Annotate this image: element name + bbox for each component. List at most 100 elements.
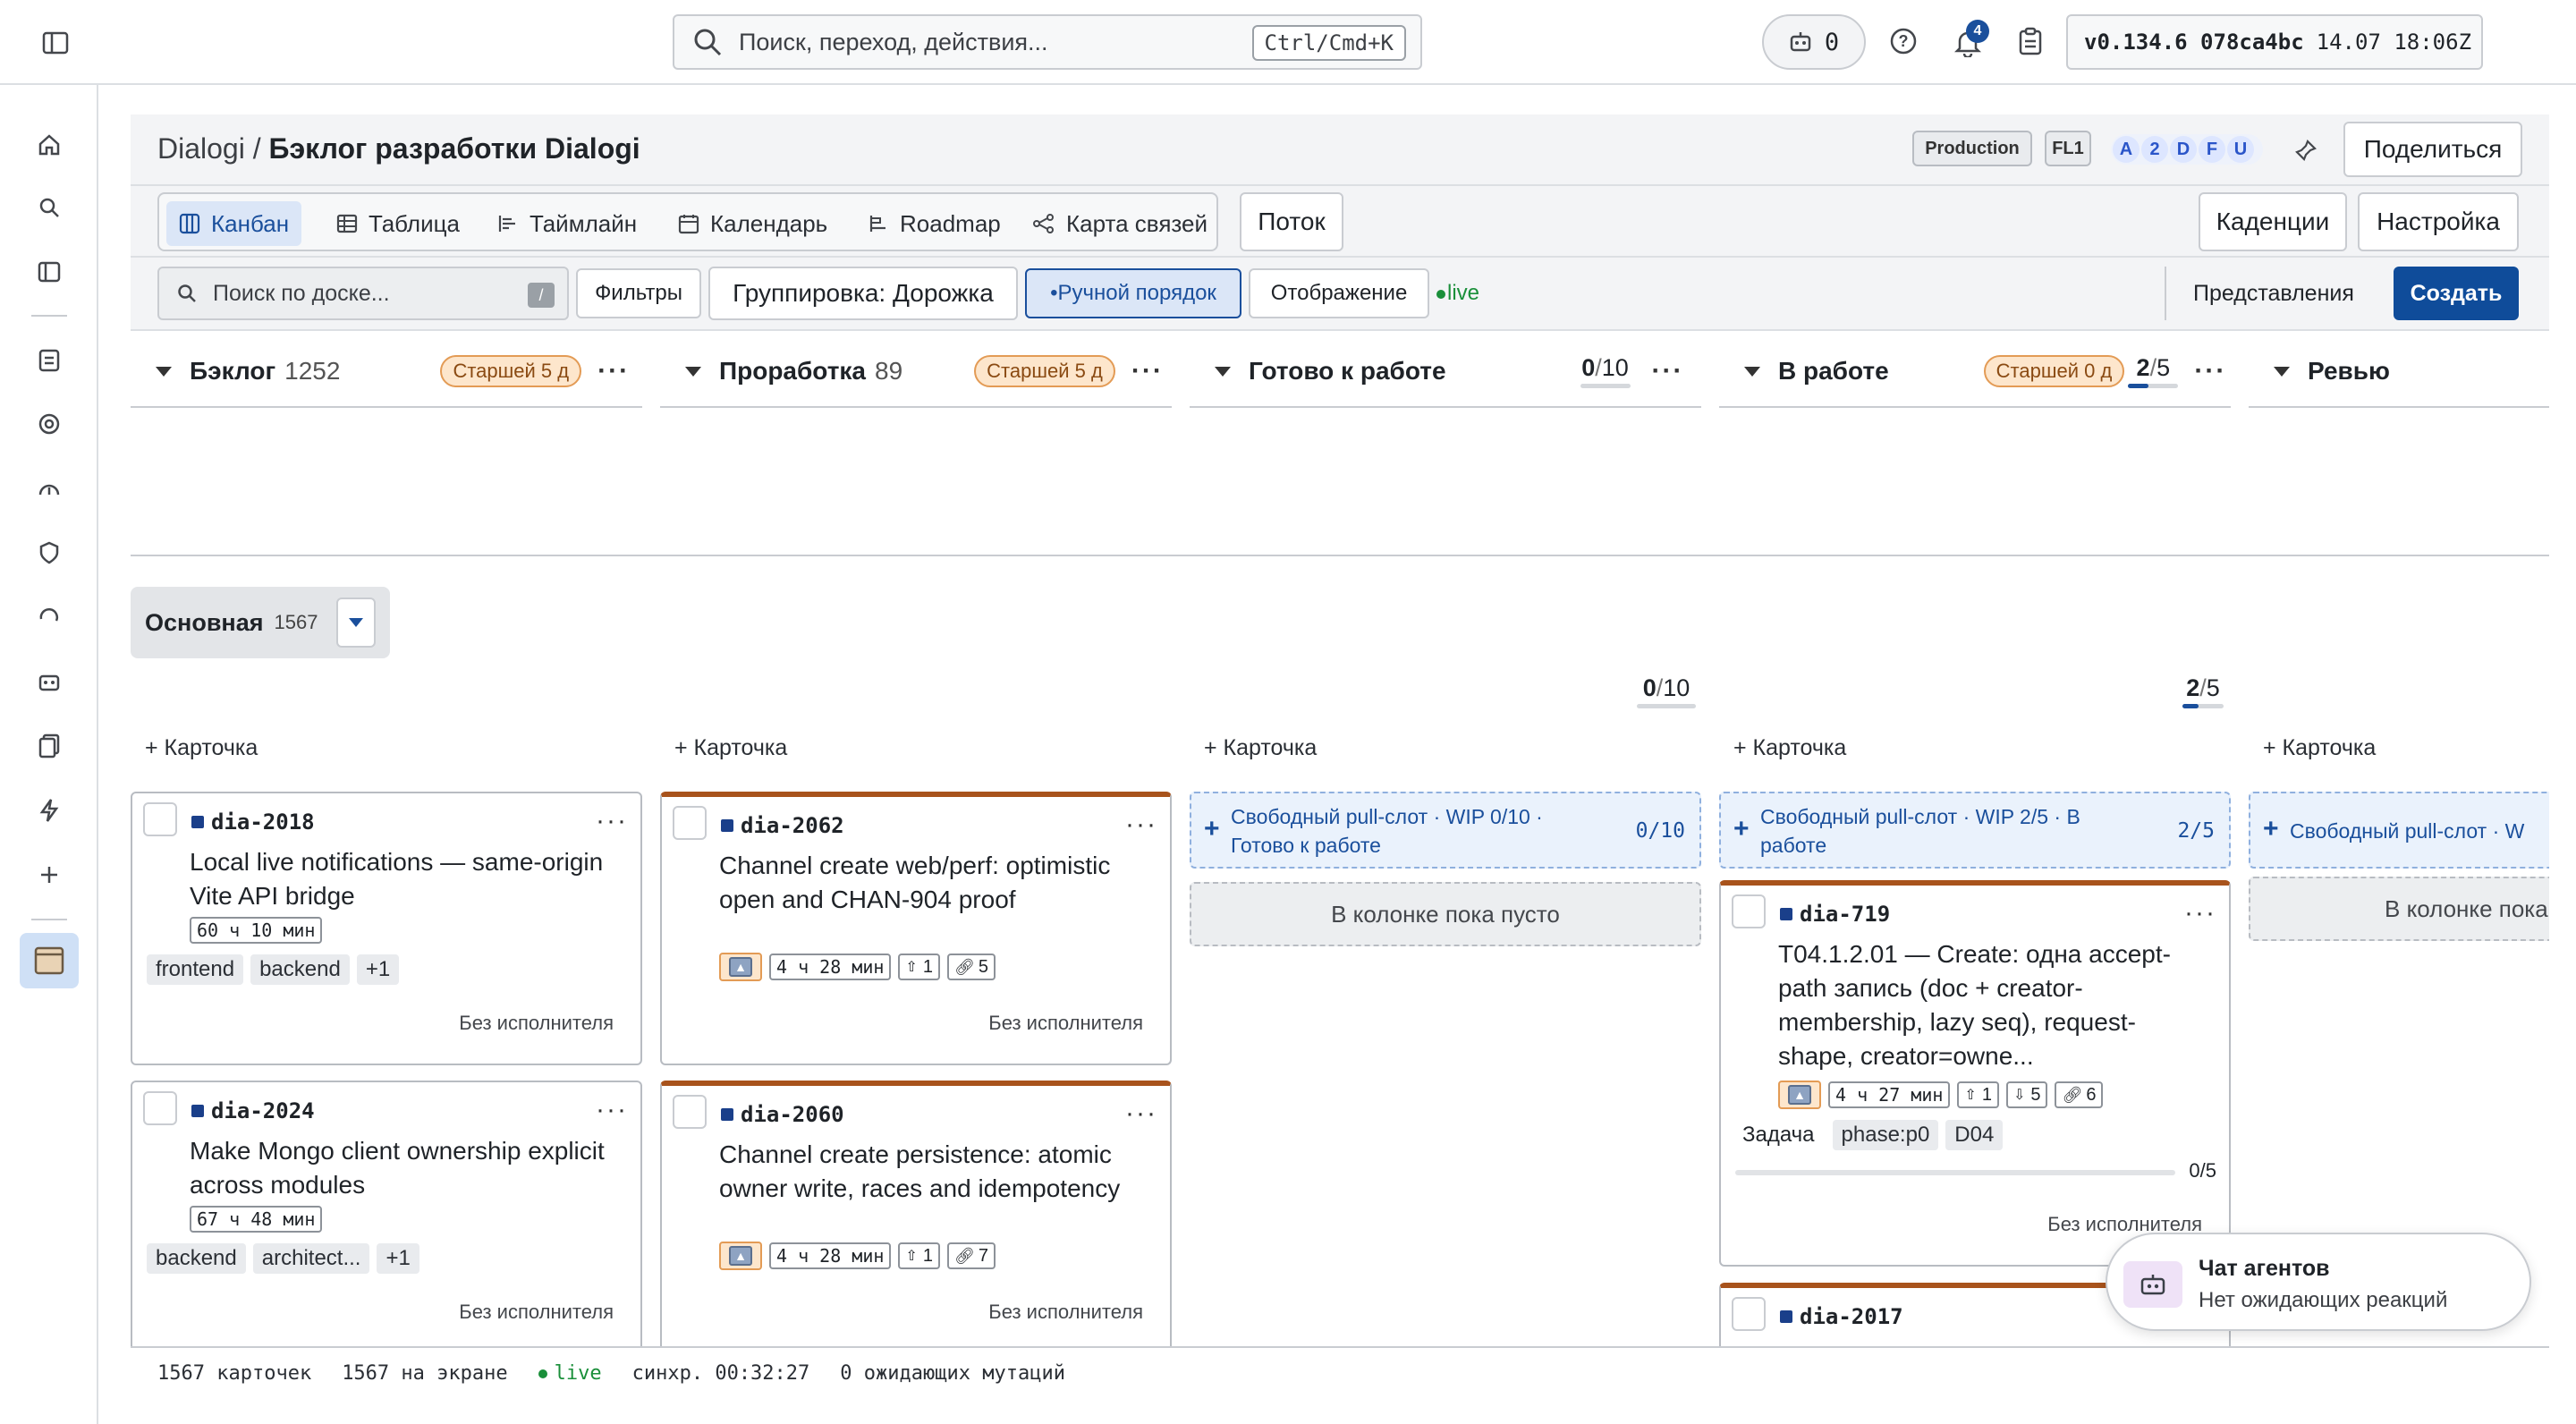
tab-roadmap[interactable]: Roadmap [855,201,1013,246]
collapse-triangle-icon[interactable] [685,366,701,377]
tag-more[interactable]: +1 [377,1243,419,1274]
kanban-card[interactable]: dia-719 ··· T04.1.2.01 — Create: одна ac… [1719,880,2231,1267]
card-menu-icon[interactable]: ··· [1125,1098,1157,1129]
documents-icon[interactable] [34,731,64,761]
active-board-icon[interactable] [20,933,79,988]
live-indicator: live [1436,281,1479,306]
tag[interactable]: backend [250,954,350,985]
card-select-checkbox[interactable] [1732,1297,1766,1331]
column-header-backlog[interactable]: Бэклог 1252 Старшей 5 д ··· [131,336,642,408]
card-select-checkbox[interactable] [673,1095,707,1129]
card-assignee[interactable]: Без исполнителя [459,1012,614,1035]
card-select-checkbox[interactable] [673,806,707,840]
share-button[interactable]: Поделиться [2343,122,2522,177]
flow-button[interactable]: Поток [1240,192,1343,251]
free-pull-slot[interactable]: + Свободный pull-слот · WIP 2/5 · В рабо… [1719,792,2231,869]
collapse-triangle-icon[interactable] [2274,366,2290,377]
add-card-button[interactable]: + Карточка [674,735,787,761]
tag[interactable]: backend [147,1243,246,1274]
tab-kanban[interactable]: Канбан [166,201,302,246]
card-assignee[interactable]: Без исполнителя [988,1301,1143,1324]
card-select-checkbox[interactable] [143,802,177,836]
column-header-review[interactable]: Ревью [2249,336,2549,408]
tasks-icon[interactable] [34,344,64,375]
gauge-icon[interactable] [34,473,64,504]
card-assignee[interactable]: Без исполнителя [459,1301,614,1324]
agent-bot-icon[interactable] [34,666,64,697]
tab-calendar[interactable]: Календарь [665,201,840,246]
tag[interactable]: phase:p0 [1832,1120,1939,1150]
column-menu-icon[interactable]: ··· [1652,356,1684,386]
column-header-grooming[interactable]: Проработка 89 Старшей 5 д ··· [660,336,1172,408]
lightning-icon[interactable] [34,795,64,826]
live-status-label: live [554,1361,602,1385]
shield-icon[interactable] [34,538,64,568]
card-menu-icon[interactable]: ··· [596,1095,628,1125]
panel-icon[interactable] [34,257,64,287]
card-menu-icon[interactable]: ··· [1125,809,1157,840]
tab-table[interactable]: Таблица [324,201,472,246]
kanban-card[interactable]: dia-2018 ··· Local live notifications — … [131,792,642,1065]
card-select-checkbox[interactable] [143,1091,177,1125]
agents-chat-toast[interactable]: Чат агентов Нет ожидающих реакций [2106,1233,2531,1331]
views-link[interactable]: Представления [2193,281,2354,307]
card-select-checkbox[interactable] [1732,894,1766,928]
tab-relations-map[interactable]: Карта связей [1020,201,1220,246]
settings-button[interactable]: Настройка [2358,192,2519,251]
swimlane-dropdown-button[interactable] [336,598,376,648]
free-pull-slot[interactable]: + Свободный pull-слот · W [2249,792,2549,869]
add-card-button[interactable]: + Карточка [1204,735,1317,761]
clipboard-icon[interactable] [2014,25,2046,57]
cadences-button[interactable]: Каденции [2199,192,2347,251]
help-circle-icon[interactable] [34,409,64,439]
help-icon[interactable]: ? [1887,25,1919,57]
avatar[interactable]: A [2113,136,2140,163]
add-card-button[interactable]: + Карточка [2263,735,2376,761]
avatar[interactable]: 2 [2141,136,2168,163]
column-menu-icon[interactable]: ··· [1131,356,1164,386]
free-pull-slot[interactable]: + Свободный pull-слот · WIP 0/10 · Готов… [1190,792,1701,869]
pin-icon[interactable] [2290,134,2322,166]
add-card-button[interactable]: + Карточка [1733,735,1846,761]
display-button[interactable]: Отображение [1249,268,1429,318]
card-menu-icon[interactable]: ··· [596,806,628,836]
kanban-card[interactable]: dia-2060 ··· Channel create persistence:… [660,1081,1172,1346]
card-assignee[interactable]: Без исполнителя [988,1012,1143,1035]
grouping-button[interactable]: Группировка: Дорожка [708,267,1018,320]
collapse-triangle-icon[interactable] [156,366,172,377]
global-search-input[interactable]: Поиск, переход, действия... Ctrl/Cmd+K [673,14,1422,70]
home-icon[interactable] [34,130,64,160]
agents-chat-icon [2123,1261,2182,1308]
kanban-card[interactable]: dia-2024 ··· Make Mongo client ownership… [131,1081,642,1346]
card-menu-icon[interactable]: ··· [2184,898,2216,928]
workspace-link[interactable]: Dialogi [157,132,245,165]
collapse-triangle-icon[interactable] [1215,366,1231,377]
wip-bar-fill [2128,384,2148,388]
tag[interactable]: D04 [1945,1120,2004,1150]
column-header-ready[interactable]: Готово к работе 0/10 ··· [1190,336,1701,408]
avatar[interactable]: D [2170,136,2197,163]
sidebar-toggle-icon[interactable] [39,27,72,59]
avatar[interactable]: F [2199,136,2225,163]
manual-order-button[interactable]: •Ручной порядок [1025,268,1241,318]
rail-search-icon[interactable] [34,192,64,223]
kanban-card[interactable]: dia-2062 ··· Channel create web/perf: op… [660,792,1172,1065]
column-menu-icon[interactable]: ··· [2194,356,2226,386]
refresh-icon[interactable] [34,602,64,632]
tab-label: Таблица [369,209,460,237]
tag[interactable]: architect... [252,1243,370,1274]
collapse-triangle-icon[interactable] [1744,366,1760,377]
add-card-button[interactable]: + Карточка [145,735,258,761]
column-header-in-progress[interactable]: В работе Старшей 0 д 2/5 ··· [1719,336,2231,408]
create-button[interactable]: Создать [2394,267,2519,320]
column-menu-icon[interactable]: ··· [597,356,630,386]
filters-button[interactable]: Фильтры [576,268,701,318]
swimlane-label[interactable]: Основная 1567 [131,587,390,658]
tab-timeline[interactable]: Таймлайн [485,201,649,246]
tag-more[interactable]: +1 [356,954,400,985]
add-icon[interactable] [34,860,64,890]
agents-pill[interactable]: 0 [1762,14,1866,70]
board-search-input[interactable]: Поиск по доске... / [157,267,569,320]
avatar[interactable]: U [2227,136,2254,163]
tag[interactable]: frontend [147,954,244,985]
